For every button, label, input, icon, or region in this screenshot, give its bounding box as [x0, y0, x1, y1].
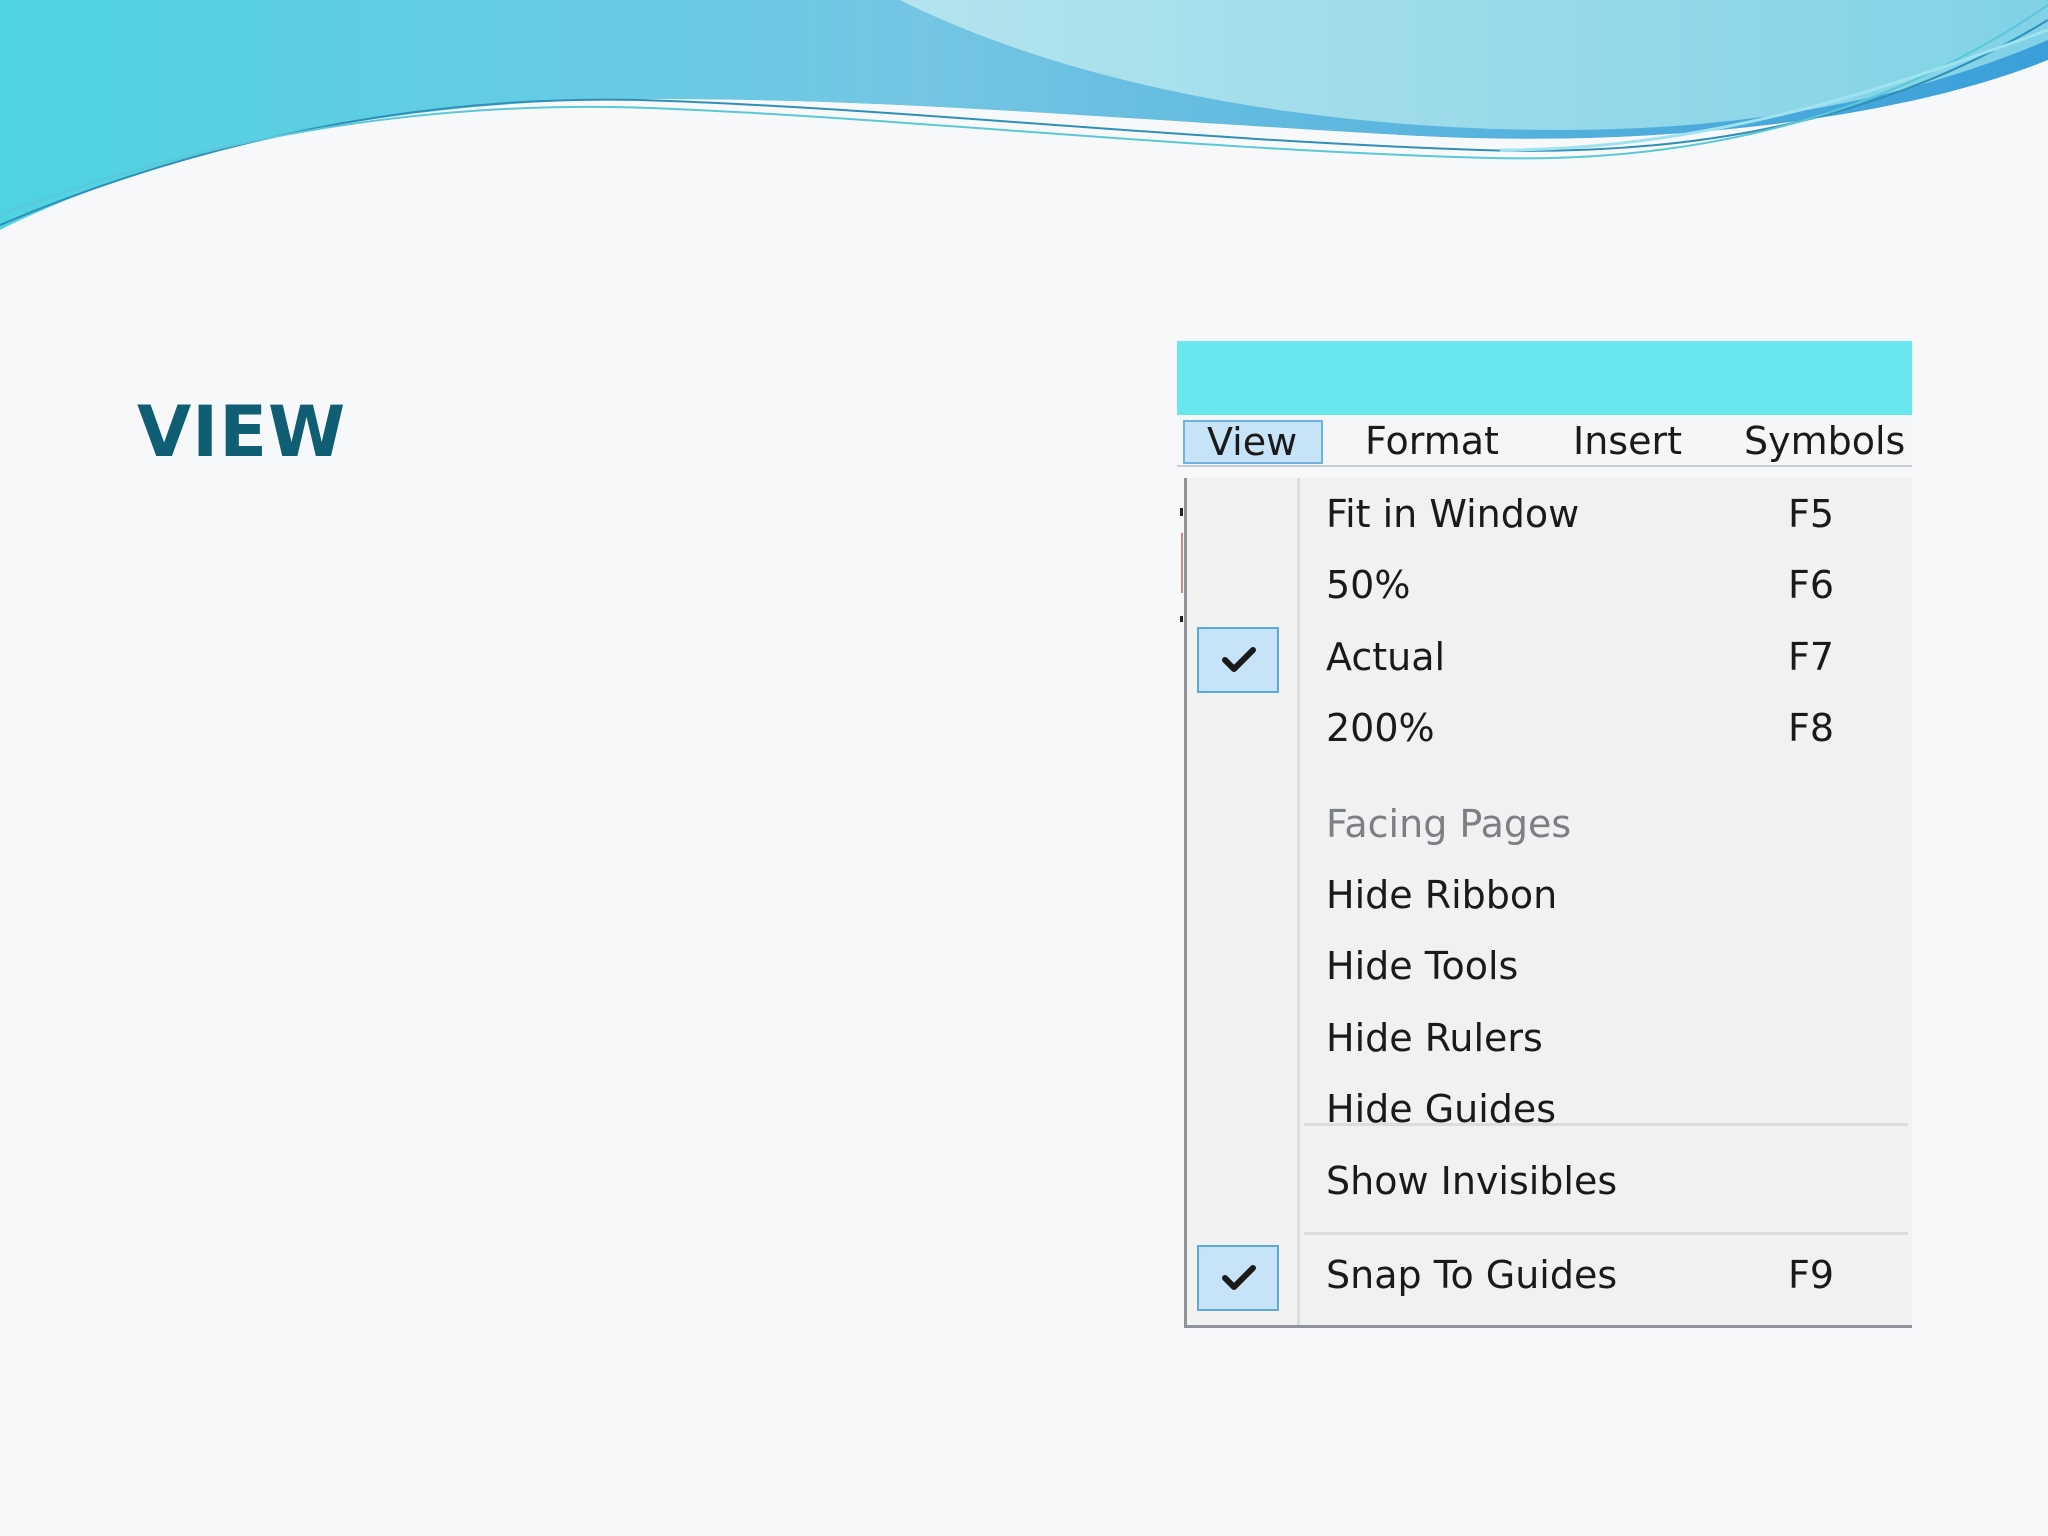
checked-indicator: [1197, 627, 1279, 693]
menu-item-hide-tools[interactable]: Hide Tools: [1184, 933, 1912, 1003]
menu-item-label: Facing Pages: [1326, 802, 1572, 846]
menu-symbols[interactable]: Symbols: [1744, 420, 1905, 464]
menu-item-label: Hide Guides: [1326, 1087, 1557, 1131]
slide-title: VIEW: [137, 391, 347, 473]
menu-item-shortcut: F8: [1788, 706, 1835, 750]
menu-item-label: Hide Ribbon: [1326, 873, 1558, 917]
menu-separator: [1304, 1232, 1908, 1235]
menu-item-label: 200%: [1326, 706, 1435, 750]
menu-item-shortcut: F5: [1788, 492, 1835, 536]
slide-header-waves: [0, 0, 2048, 260]
menu-item-label: Hide Rulers: [1326, 1016, 1543, 1060]
menu-item-label: Show Invisibles: [1326, 1159, 1618, 1203]
menu-item-facing-pages: Facing Pages: [1184, 791, 1912, 861]
menu-item-hide-guides[interactable]: Hide Guides: [1184, 1076, 1912, 1146]
menu-item-shortcut: F7: [1788, 635, 1835, 679]
menu-item-label: Snap To Guides: [1326, 1253, 1618, 1297]
menu-item-label: Hide Tools: [1326, 944, 1519, 988]
menu-item-zoom-50[interactable]: 50% F6: [1184, 552, 1912, 622]
menu-format[interactable]: Format: [1365, 420, 1499, 464]
menu-item-actual[interactable]: Actual F7: [1184, 624, 1912, 694]
window-titlebar: [1177, 341, 1912, 415]
menu-item-hide-ribbon[interactable]: Hide Ribbon: [1184, 862, 1912, 932]
view-dropdown-menu: Fit in Window F5 50% F6 Actual F7 200% F…: [1180, 478, 1912, 1331]
menu-item-label: 50%: [1326, 563, 1411, 607]
checkmark-icon: [1222, 1265, 1256, 1290]
menu-item-label: Actual: [1326, 635, 1446, 679]
menu-item-hide-rulers[interactable]: Hide Rulers: [1184, 1005, 1912, 1075]
menu-item-snap-to-guides[interactable]: Snap To Guides F9: [1184, 1242, 1912, 1312]
menu-item-shortcut: F6: [1788, 563, 1835, 607]
menu-item-show-invisibles[interactable]: Show Invisibles: [1184, 1148, 1912, 1218]
menu-view[interactable]: View: [1183, 420, 1324, 464]
menu-item-label: Fit in Window: [1326, 492, 1580, 536]
checkmark-icon: [1222, 647, 1256, 672]
menu-insert[interactable]: Insert: [1573, 420, 1682, 464]
menu-item-zoom-200[interactable]: 200% F8: [1184, 695, 1912, 765]
app-screenshot: View Format Insert Symbols Fit in Window…: [1177, 341, 1912, 1331]
menu-item-shortcut: F9: [1788, 1253, 1835, 1297]
menu-bar: View Format Insert Symbols: [1177, 415, 1912, 467]
checked-indicator: [1197, 1245, 1279, 1311]
menu-item-fit-in-window[interactable]: Fit in Window F5: [1184, 481, 1912, 551]
